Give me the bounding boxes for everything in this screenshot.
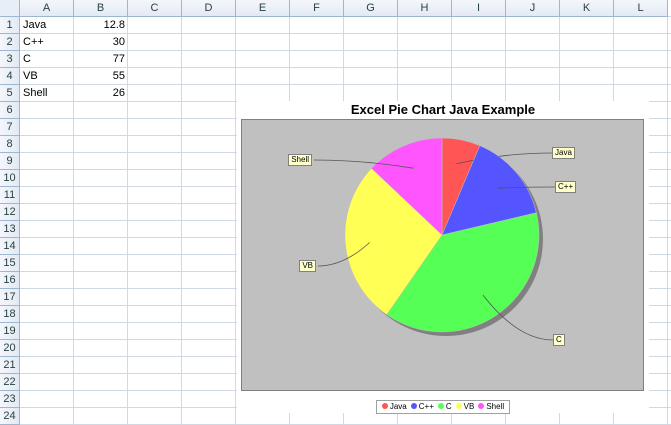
column-header-d[interactable]: D — [182, 0, 236, 17]
cell-a4[interactable]: VB — [20, 68, 74, 85]
row-header-8[interactable]: 8 — [0, 136, 20, 153]
row-header-18[interactable]: 18 — [0, 306, 20, 323]
legend-item: C++ — [410, 402, 434, 412]
slice-label: Java — [552, 147, 575, 159]
row-header-9[interactable]: 9 — [0, 153, 20, 170]
column-header-e[interactable]: E — [236, 0, 290, 17]
row-header-21[interactable]: 21 — [0, 357, 20, 374]
column-header-h[interactable]: H — [398, 0, 452, 17]
legend-label: C++ — [418, 402, 434, 411]
legend-item: Java — [381, 402, 407, 412]
chart-title: Excel Pie Chart Java Example — [350, 102, 536, 117]
row-header-10[interactable]: 10 — [0, 170, 20, 187]
legend-swatch — [437, 402, 444, 409]
column-header-a[interactable]: A — [20, 0, 74, 17]
column-header-i[interactable]: I — [452, 0, 506, 17]
column-header-f[interactable]: F — [290, 0, 344, 17]
legend-item: VB — [455, 402, 475, 412]
slice-label: Shell — [288, 154, 312, 166]
legend-label: VB — [463, 402, 475, 411]
legend-swatch — [410, 402, 417, 409]
select-all-corner[interactable] — [0, 0, 20, 17]
row-header-15[interactable]: 15 — [0, 255, 20, 272]
row-header-2[interactable]: 2 — [0, 34, 20, 51]
row-header-6[interactable]: 6 — [0, 102, 20, 119]
row-header-5[interactable]: 5 — [0, 85, 20, 102]
cell-a3[interactable]: C — [20, 51, 74, 68]
cell-b1[interactable]: 12.8 — [74, 17, 128, 34]
row-header-16[interactable]: 16 — [0, 272, 20, 289]
legend-label: Java — [389, 402, 407, 411]
row-header-14[interactable]: 14 — [0, 238, 20, 255]
column-header-c[interactable]: C — [128, 0, 182, 17]
row-header-11[interactable]: 11 — [0, 187, 20, 204]
row-header-17[interactable]: 17 — [0, 289, 20, 306]
row-header-23[interactable]: 23 — [0, 391, 20, 408]
cell-b5[interactable]: 26 — [74, 85, 128, 102]
slice-label: C++ — [555, 181, 577, 193]
row-header-22[interactable]: 22 — [0, 374, 20, 391]
row-header-4[interactable]: 4 — [0, 68, 20, 85]
row-header-1[interactable]: 1 — [0, 17, 20, 34]
cell-a2[interactable]: C++ — [20, 34, 74, 51]
cell-a1[interactable]: Java — [20, 17, 74, 34]
legend-label: Shell — [486, 402, 505, 411]
chart-legend-box: Java C++ C VB Shell — [375, 400, 511, 414]
legend-swatch — [381, 402, 388, 409]
legend-swatch — [455, 402, 462, 409]
slice-label: VB — [299, 260, 316, 272]
pie-chart[interactable]: Excel Pie Chart Java Example Java C++ C VB S… — [237, 101, 649, 414]
row-header-12[interactable]: 12 — [0, 204, 20, 221]
column-header-g[interactable]: G — [344, 0, 398, 17]
cell-a5[interactable]: Shell — [20, 85, 74, 102]
row-header-24[interactable]: 24 — [0, 408, 20, 425]
chart-legend: Java C++ C VB Shell — [237, 396, 649, 414]
legend-label: C — [445, 402, 452, 411]
row-header-13[interactable]: 13 — [0, 221, 20, 238]
chart-plot-area: Java C++ C VB Shell — [241, 119, 644, 391]
column-header-l[interactable]: L — [614, 0, 668, 17]
column-header-k[interactable]: K — [560, 0, 614, 17]
column-header-b[interactable]: B — [74, 0, 128, 17]
cell-b2[interactable]: 30 — [74, 34, 128, 51]
row-header-19[interactable]: 19 — [0, 323, 20, 340]
row-header-20[interactable]: 20 — [0, 340, 20, 357]
row-header-3[interactable]: 3 — [0, 51, 20, 68]
column-header-j[interactable]: J — [506, 0, 560, 17]
row-header-7[interactable]: 7 — [0, 119, 20, 136]
legend-item: C — [437, 402, 452, 412]
legend-swatch — [478, 402, 485, 409]
cell-b3[interactable]: 77 — [74, 51, 128, 68]
slice-label: C — [553, 334, 565, 346]
cell-b4[interactable]: 55 — [74, 68, 128, 85]
legend-item: Shell — [478, 402, 504, 412]
